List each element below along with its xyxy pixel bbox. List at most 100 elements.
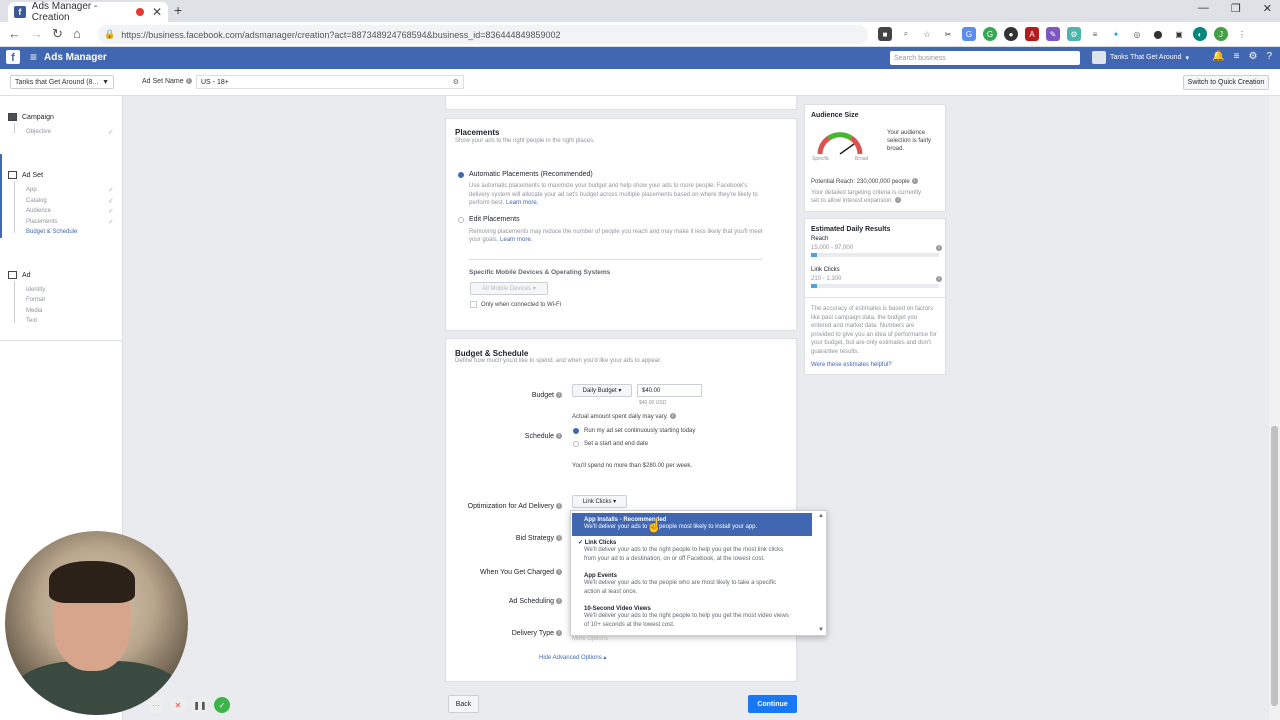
menu-lines-icon[interactable]: ≡ (1234, 51, 1240, 62)
nav-ad[interactable]: Ad (8, 271, 31, 279)
teal-extension-icon[interactable]: ⚙ (1067, 27, 1081, 41)
hide-advanced-options-link[interactable]: Hide Advanced Options ▴ (539, 654, 606, 662)
nav-ad-label: Ad (22, 271, 31, 279)
grammarly-extension-icon[interactable]: G (983, 27, 997, 41)
gear-icon[interactable]: ⚙ (453, 78, 459, 86)
profile-avatar-icon[interactable]: J (1214, 27, 1228, 41)
when-charged-label: When You Get Charged i (480, 569, 562, 576)
cast-extension-icon[interactable]: ▣ (1172, 27, 1186, 41)
account-switcher[interactable]: Tanks That Get Around ▾ (1092, 51, 1189, 64)
continue-button[interactable]: Continue (748, 695, 797, 713)
nav-objective[interactable]: Objective (26, 129, 51, 135)
info-icon: i (185, 78, 192, 85)
option-title: ✓ Link Clicks (578, 540, 617, 546)
scroll-down-icon[interactable]: ▼ (818, 627, 824, 633)
nav-budget-schedule[interactable]: Budget & Schedule (26, 229, 77, 235)
edit-placements-radio[interactable] (458, 217, 464, 223)
recorder-pause-icon[interactable]: ❚❚ (192, 697, 208, 713)
nav-catalog[interactable]: Catalog (26, 198, 47, 204)
twitter-extension-icon[interactable]: ✦ (1109, 27, 1123, 41)
close-tab-icon[interactable]: ✕ (152, 5, 162, 19)
recorder-cancel-icon[interactable]: ✕ (170, 697, 186, 713)
wifi-label[interactable]: Only when connected to Wi-Fi (481, 301, 561, 309)
reload-icon[interactable]: ↻ (52, 26, 63, 42)
nav-audience[interactable]: Audience (26, 208, 51, 214)
dropdown-option-app-installs[interactable]: App Installs - Recommended We'll deliver… (572, 513, 812, 536)
dropdown-option-link-clicks[interactable]: ✓ Link Clicks We'll deliver your ads to … (572, 539, 812, 571)
learn-more-link[interactable]: Learn more. (506, 200, 538, 206)
page-scrollbar-thumb[interactable] (1271, 426, 1278, 706)
chrome-extension-icon[interactable]: ◎ (1130, 27, 1144, 41)
nav-ad-set[interactable]: Ad Set (8, 171, 43, 179)
business-search-input[interactable]: Search business (890, 51, 1080, 65)
start-end-date-label[interactable]: Set a start and end date (584, 440, 648, 448)
url-field[interactable]: 🔒 https://business.facebook.com/adsmanag… (98, 25, 868, 44)
audience-selection-note: Your audience selection is fairly broad. (887, 130, 932, 152)
help-icon[interactable]: ? (1266, 51, 1272, 62)
automatic-placements-label[interactable]: Automatic Placements (Recommended) (469, 171, 593, 178)
dark-extension-icon[interactable]: ● (1004, 27, 1018, 41)
criteria-note-line2: set to allow interest expansion. i (811, 197, 902, 205)
run-continuously-label[interactable]: Run my ad set continuously starting toda… (584, 427, 695, 435)
audience-gauge-icon (817, 131, 863, 155)
new-tab-icon[interactable]: + (174, 2, 182, 18)
option-desc: We'll deliver your ads to the people who… (584, 580, 777, 586)
option-desc: of 10+ seconds at the lowest cost. (584, 622, 675, 628)
info-icon[interactable]: i (936, 245, 942, 251)
nav-placements[interactable]: Placements (26, 219, 57, 225)
minimize-icon[interactable]: — (1198, 2, 1209, 15)
tag-extension-icon[interactable]: ⬤ (1151, 27, 1165, 41)
settings-gear-icon[interactable]: ⚙ (1248, 51, 1257, 62)
nav-app[interactable]: App (26, 187, 37, 193)
nav-format[interactable]: Format (26, 297, 45, 303)
camera-extension-icon[interactable]: ■ (878, 27, 892, 41)
budget-type-select[interactable]: Daily Budget ▾ (572, 384, 632, 397)
dropdown-option-video-views[interactable]: 10-Second Video Views We'll deliver your… (572, 606, 812, 636)
dropdown-option-app-events[interactable]: App Events We'll deliver your ads to the… (572, 573, 812, 605)
ad-set-name-label: Ad Set Name i (142, 78, 192, 85)
divider (469, 259, 762, 260)
scroll-up-icon[interactable]: ▲ (818, 513, 824, 519)
hamburger-menu-icon[interactable]: ≡ (30, 50, 37, 64)
blue-extension-icon[interactable]: G (962, 27, 976, 41)
mobile-devices-select[interactable]: All Mobile Devices ▾ (470, 282, 548, 295)
switch-to-quick-creation-button[interactable]: Switch to Quick Creation (1183, 75, 1269, 90)
automatic-placements-radio[interactable] (458, 172, 464, 178)
info-icon[interactable]: i (936, 276, 942, 282)
notifications-bell-icon[interactable]: 🔔 (1212, 51, 1224, 62)
close-window-icon[interactable]: ✕ (1263, 2, 1272, 15)
estimates-helpful-link[interactable]: Were these estimates helpful? (811, 361, 892, 369)
nav-campaign[interactable]: Campaign (8, 113, 54, 121)
ad-set-name-input[interactable]: US - 18+ ⚙ (196, 75, 464, 89)
run-continuously-radio[interactable] (573, 428, 579, 434)
zoom-icon[interactable]: ⌕ (899, 27, 913, 41)
forward-arrow-icon[interactable]: → (30, 26, 43, 41)
nav-text[interactable]: Text (26, 318, 37, 324)
tools-extension-icon[interactable]: ✂ (941, 27, 955, 41)
wifi-checkbox[interactable] (470, 301, 477, 308)
edit-placements-label[interactable]: Edit Placements (469, 216, 520, 223)
optimization-select[interactable]: Link Clicks ▾ (572, 495, 627, 508)
nav-identity[interactable]: Identity (26, 287, 45, 293)
page-scrollbar[interactable] (1269, 96, 1280, 720)
browser-menu-icon[interactable]: ⋮ (1235, 27, 1249, 41)
learn-more-link[interactable]: Learn more. (500, 237, 532, 243)
ad-account-select[interactable]: Tanks that Get Around (8... ▼ (10, 75, 114, 89)
purple-extension-icon[interactable]: ✎ (1046, 27, 1060, 41)
back-arrow-icon[interactable]: ← (8, 26, 21, 41)
nav-media[interactable]: Media (26, 308, 42, 314)
window-controls: — ❐ ✕ (1198, 2, 1272, 15)
home-icon[interactable]: ⌂ (73, 26, 81, 41)
browser-tab[interactable]: f Ads Manager - Creation ✕ (8, 1, 168, 23)
circle-extension-icon[interactable]: ◐ (1193, 27, 1207, 41)
recorder-done-icon[interactable]: ✓ (214, 697, 230, 713)
recorder-more-icon[interactable]: ⋯ (148, 697, 164, 713)
start-end-date-radio[interactable] (573, 441, 579, 447)
restore-icon[interactable]: ❐ (1231, 2, 1241, 15)
pdf-extension-icon[interactable]: A (1025, 27, 1039, 41)
bookmark-star-icon[interactable]: ☆ (920, 27, 934, 41)
budget-amount-input[interactable]: $40.00 (637, 384, 702, 397)
facebook-logo-icon[interactable]: f (6, 50, 20, 64)
lines-extension-icon[interactable]: ≡ (1088, 27, 1102, 41)
back-button[interactable]: Back (448, 695, 479, 713)
